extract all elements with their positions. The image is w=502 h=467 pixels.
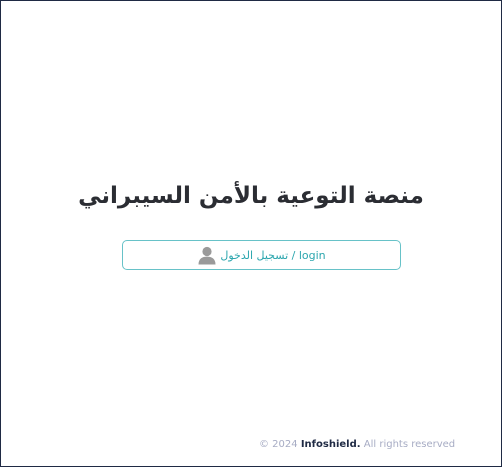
page-frame: منصة التوعية بالأمن السيبراني تسجيل الدخ… bbox=[0, 0, 502, 467]
user-avatar-icon bbox=[197, 245, 217, 265]
login-button[interactable]: تسجيل الدخول / login bbox=[122, 240, 401, 270]
footer-rights: All rights reserved bbox=[363, 439, 456, 450]
login-button-label: تسجيل الدخول / login bbox=[220, 248, 326, 262]
footer-brand: Infoshield. bbox=[300, 439, 361, 450]
footer: © 2024 Infoshield. All rights reserved bbox=[259, 439, 455, 450]
footer-copyright: © 2024 bbox=[259, 439, 298, 450]
page-title: منصة التوعية بالأمن السيبراني bbox=[78, 183, 424, 209]
